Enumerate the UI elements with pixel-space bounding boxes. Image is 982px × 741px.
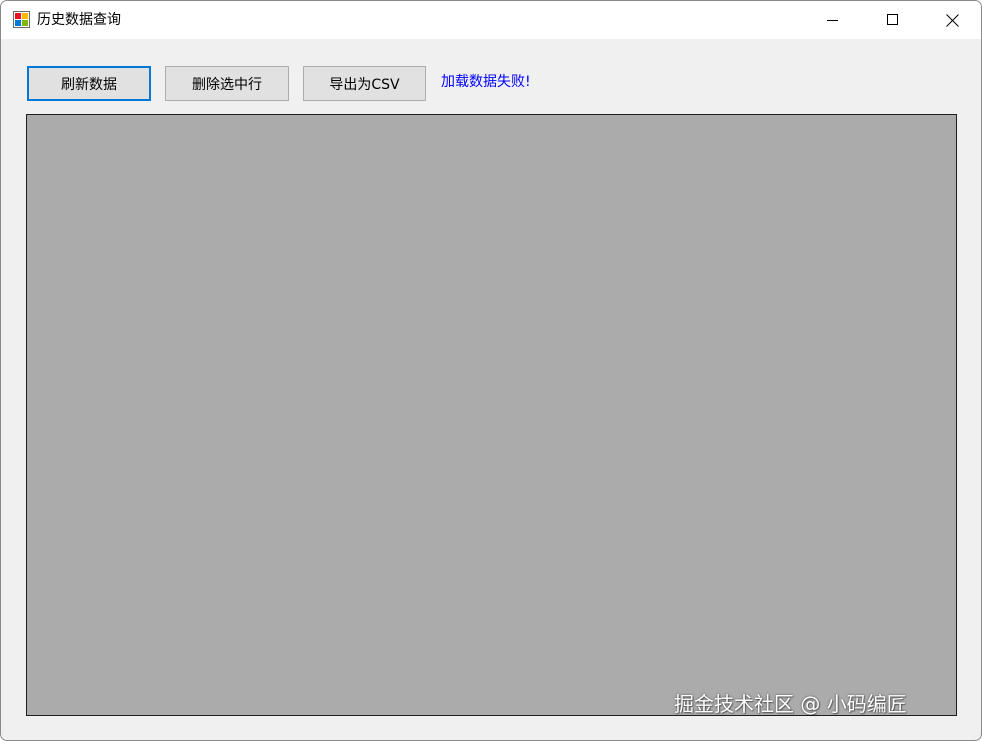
- minimize-icon: [827, 14, 839, 26]
- window-title: 历史数据查询: [37, 12, 121, 28]
- close-icon: [945, 13, 959, 27]
- close-button[interactable]: [923, 1, 981, 39]
- main-window: 历史数据查询 刷新数据 删除选中行 导出为CSV 加载数据失败! 掘金技术社区 …: [0, 0, 982, 741]
- title-bar[interactable]: 历史数据查询: [1, 1, 981, 39]
- maximize-icon: [887, 14, 899, 26]
- delete-selected-rows-button[interactable]: 删除选中行: [165, 66, 289, 101]
- windows-forms-app-icon: [13, 11, 30, 28]
- refresh-data-button[interactable]: 刷新数据: [27, 66, 151, 101]
- status-label: 加载数据失败!: [441, 74, 531, 90]
- data-grid-view[interactable]: [26, 114, 957, 716]
- maximize-button[interactable]: [864, 1, 922, 39]
- minimize-button[interactable]: [804, 1, 862, 39]
- export-csv-button[interactable]: 导出为CSV: [303, 66, 426, 101]
- watermark: 掘金技术社区 @ 小码编匠: [674, 692, 907, 716]
